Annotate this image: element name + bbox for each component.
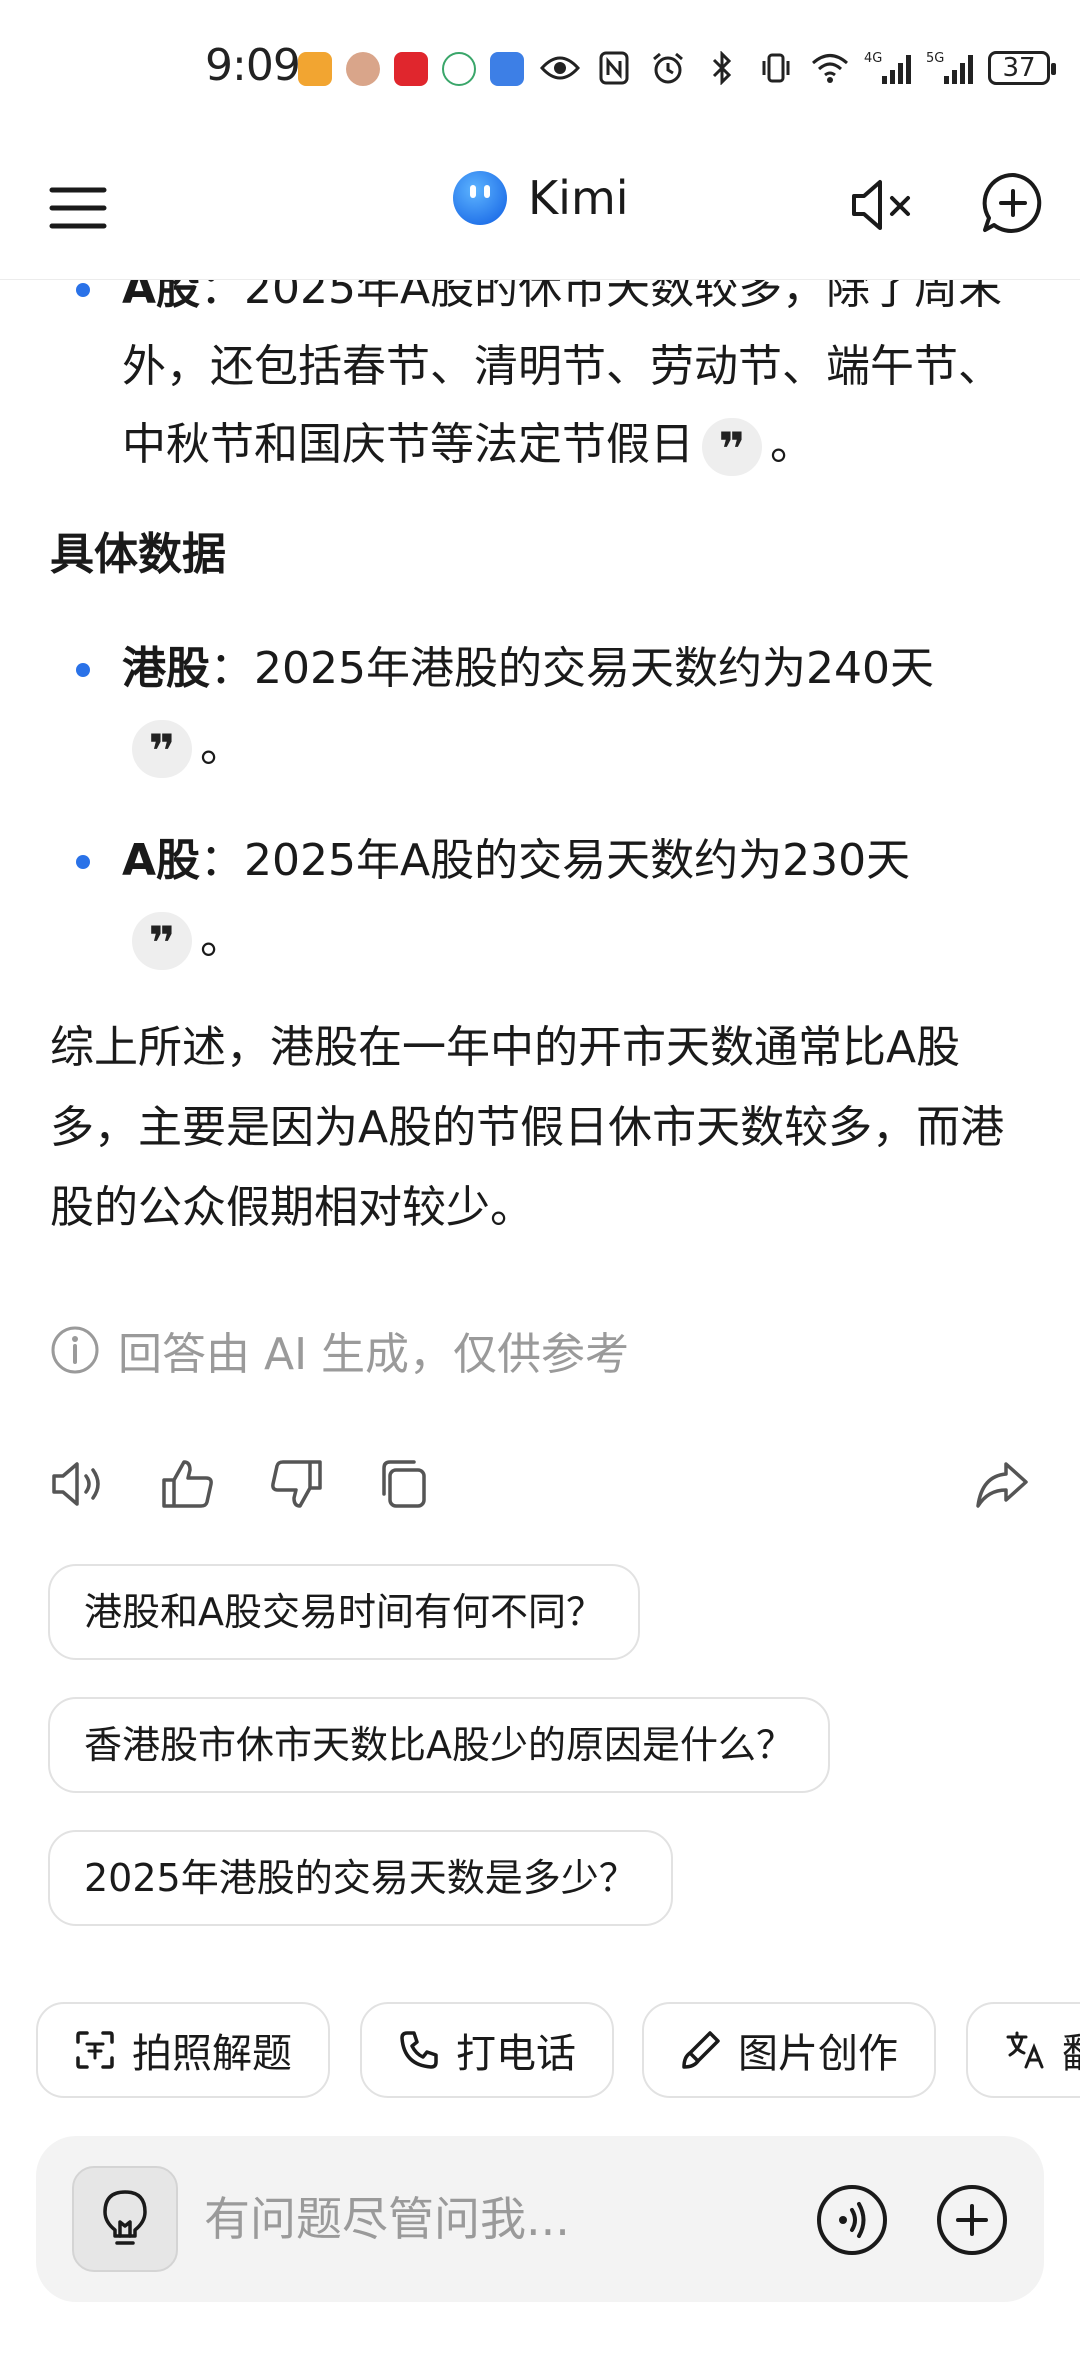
bullet-text: ：2025年港股的交易天数约为240天 (210, 643, 934, 694)
kimi-logo-icon (453, 171, 507, 225)
new-chat-button[interactable] (980, 170, 1046, 236)
read-aloud-button[interactable] (50, 1456, 106, 1512)
suggestion-chip[interactable]: 2025年港股的交易天数是多少？ (48, 1830, 673, 1926)
bullet-end: 。 (200, 721, 244, 772)
message-input[interactable] (202, 2178, 762, 2260)
tool-chips-row: 拍照解题 打电话 图片创作 翻 (36, 2002, 1080, 2100)
answer-bullet-hk-days: 港股：2025年港股的交易天数约为240天 (0, 630, 1080, 708)
share-button[interactable] (974, 1456, 1030, 1512)
new-chat-icon (982, 172, 1042, 233)
bullet-dot (76, 855, 90, 869)
app-notification-icon (298, 52, 332, 86)
phone-icon (400, 2031, 438, 2069)
tool-label: 翻 (1062, 2021, 1080, 2079)
notification-app-icons (298, 52, 524, 86)
bluetooth-icon (702, 48, 742, 88)
eye-icon (540, 48, 580, 88)
citation-button[interactable]: ❞ (132, 720, 192, 778)
translate-icon (1006, 2031, 1044, 2069)
speaker-icon (52, 1462, 100, 1506)
citation-button[interactable]: ❞ (132, 912, 192, 970)
like-button[interactable] (160, 1456, 216, 1512)
app-notification-icon (394, 52, 428, 86)
bullet-end: 。 (200, 913, 244, 964)
status-bar: 9:09 4G 5G 37 (0, 0, 1080, 140)
answer-content: A股 ：2025年A股的休市天数较多，除了周末外，还包括春节、清明节、劳动节、端午… (0, 250, 1080, 1248)
tool-label: 拍照解题 (132, 2031, 292, 2077)
bullet-text: ：2025年A股的交易天数约为230天 (200, 835, 911, 886)
tool-label: 打电话 (456, 2031, 576, 2077)
copy-button[interactable] (376, 1456, 432, 1512)
app-notification-icon (442, 52, 476, 86)
citation-line: ❞。 (0, 900, 1080, 978)
attach-button[interactable] (934, 2182, 1010, 2258)
answer-bullet-a-holidays: A股：2025年A股的休市天数较多，除了周末外，还包括春节、清明节、劳动节、端午… (0, 250, 1080, 484)
tool-phone-call[interactable]: 打电话 (360, 2002, 614, 2098)
app-header: Kimi (0, 140, 1080, 280)
message-actions (50, 1456, 1030, 1516)
disclaimer-text: 回答由 AI 生成，仅供参考 (118, 1329, 630, 1380)
suggestion-chip[interactable]: 香港股市休市天数比A股少的原因是什么？ (48, 1697, 830, 1793)
info-icon (51, 1326, 99, 1374)
mute-button[interactable] (848, 172, 914, 238)
signal-4g-icon: 4G (864, 48, 912, 88)
brush-icon (682, 2031, 720, 2069)
kimi-chat-screen: 9:09 4G 5G 37 Kimi A股：2025年A股的休市天数较多，除了周… (0, 0, 1080, 2376)
suggestion-chip[interactable]: 港股和A股交易时间有何不同？ (48, 1564, 640, 1660)
tool-label: 图片创作 (738, 2031, 898, 2077)
citation-line: ❞。 (0, 708, 1080, 786)
signal-5g-icon: 5G (926, 48, 974, 88)
alarm-icon (648, 48, 688, 88)
app-brand: Kimi (452, 170, 629, 226)
mute-icon (852, 180, 910, 230)
app-notification-icon (490, 52, 524, 86)
plus-circle-icon (937, 2185, 1007, 2255)
bullet-end: 。 (770, 419, 814, 470)
wifi-icon (810, 48, 850, 88)
tool-photo-solve[interactable]: 拍照解题 (36, 2002, 330, 2098)
thumbs-up-icon (162, 1460, 213, 1508)
section-heading: 具体数据 (50, 529, 226, 580)
battery-indicator: 37 (988, 51, 1056, 85)
avatar-notification-icon (346, 52, 380, 86)
voice-wave-icon (817, 2185, 887, 2255)
menu-icon (49, 187, 107, 229)
tool-image-create[interactable]: 图片创作 (642, 2002, 936, 2098)
network-label-5g: 5G (926, 51, 944, 66)
copy-icon (382, 1460, 426, 1508)
tool-translate[interactable]: 翻 (966, 2002, 1080, 2098)
scan-icon (76, 2031, 114, 2069)
vibrate-icon (756, 48, 796, 88)
network-label-4g: 4G (864, 51, 882, 66)
bullet-text: ：2025年A股的休市天数较多，除了周末外，还包括春节、清明节、劳动节、端午节、… (122, 263, 1003, 470)
nfc-icon (594, 48, 634, 88)
answer-bullet-a-days: A股：2025年A股的交易天数约为230天 (0, 822, 1080, 900)
menu-button[interactable] (48, 178, 108, 238)
bullet-label: A股 (122, 835, 201, 886)
app-title: Kimi (528, 171, 629, 225)
message-composer (36, 2136, 1044, 2302)
system-status-icons: 4G 5G 37 (540, 48, 1056, 88)
lightbulb-icon (103, 2190, 147, 2245)
status-time: 9:09 (205, 40, 301, 91)
voice-call-button[interactable] (814, 2182, 890, 2258)
share-icon (976, 1462, 1028, 1508)
bullet-dot (76, 663, 90, 677)
thumbs-down-icon (271, 1460, 322, 1508)
bullet-label: 港股 (122, 643, 210, 694)
ai-disclaimer: 回答由 AI 生成，仅供参考 (50, 1318, 629, 1382)
citation-button[interactable]: ❞ (702, 418, 762, 476)
bullet-dot (76, 283, 90, 297)
dislike-button[interactable] (268, 1456, 324, 1512)
idea-button[interactable] (72, 2166, 178, 2272)
answer-summary: 综上所述，港股在一年中的开市天数通常比A股多，主要是因为A股的节假日休市天数较多… (50, 1022, 1005, 1233)
